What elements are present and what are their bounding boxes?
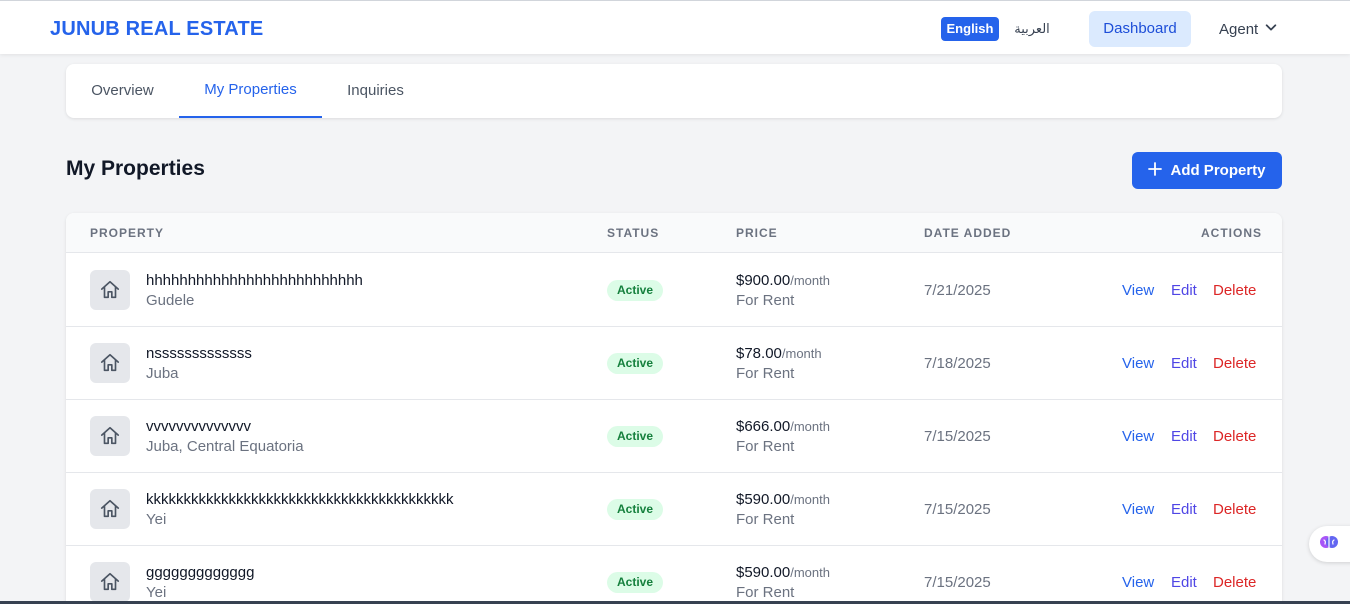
delete-link[interactable]: Delete <box>1213 355 1256 372</box>
tab-my-properties[interactable]: My Properties <box>179 64 322 118</box>
status-badge: Active <box>607 353 663 374</box>
delete-link[interactable]: Delete <box>1213 282 1256 299</box>
status-badge: Active <box>607 426 663 447</box>
price-amount: $590.00 <box>736 564 791 581</box>
price-amount: $590.00 <box>736 491 791 508</box>
agent-label: Agent <box>1219 20 1259 38</box>
property-location: Gudele <box>146 292 195 309</box>
tab-bar: Overview My Properties Inquiries <box>66 64 1282 118</box>
add-property-button[interactable]: Add Property <box>1132 152 1282 189</box>
property-name: kkkkkkkkkkkkkkkkkkkkkkkkkkkkkkkkkkkkkkkk… <box>146 491 454 508</box>
listing-type: For Rent <box>736 438 795 455</box>
add-property-label: Add Property <box>1170 162 1266 179</box>
lang-english-button[interactable]: English <box>941 17 999 41</box>
home-icon <box>90 343 130 383</box>
edit-link[interactable]: Edit <box>1171 282 1197 299</box>
home-icon <box>90 270 130 310</box>
property-name: hhhhhhhhhhhhhhhhhhhhhhhhhh <box>146 272 363 289</box>
listing-type: For Rent <box>736 511 795 528</box>
top-navbar: JUNUB REAL ESTATE English العربية Dashbo… <box>0 0 1350 54</box>
price-period: /month <box>781 346 822 361</box>
view-link[interactable]: View <box>1122 428 1154 445</box>
property-name: ggggggggggggg <box>146 564 255 581</box>
property-name: vvvvvvvvvvvvvv <box>146 418 251 435</box>
column-header-actions: ACTIONS <box>1201 226 1262 240</box>
table-row: kkkkkkkkkkkkkkkkkkkkkkkkkkkkkkkkkkkkkkkk… <box>66 473 1282 546</box>
brain-icon <box>1319 532 1339 557</box>
view-link[interactable]: View <box>1122 501 1154 518</box>
table-row: nsssssssssssss Juba Active $78.00/month … <box>66 327 1282 400</box>
price-amount: $900.00 <box>736 272 791 289</box>
table-row: hhhhhhhhhhhhhhhhhhhhhhhhhh Gudele Active… <box>66 254 1282 327</box>
tab-overview[interactable]: Overview <box>66 64 179 118</box>
edit-link[interactable]: Edit <box>1171 574 1197 591</box>
price-period: /month <box>790 273 830 288</box>
edit-link[interactable]: Edit <box>1171 501 1197 518</box>
price-amount: $666.00 <box>736 418 791 435</box>
status-badge: Active <box>607 499 663 520</box>
column-header-status: STATUS <box>607 226 660 240</box>
floating-assistant-button[interactable] <box>1309 526 1350 562</box>
tab-inquiries[interactable]: Inquiries <box>322 64 429 118</box>
column-header-price: PRICE <box>736 226 778 240</box>
dashboard-button[interactable]: Dashboard <box>1089 11 1191 47</box>
delete-link[interactable]: Delete <box>1213 428 1256 445</box>
property-price: $590.00/month <box>736 491 830 508</box>
view-link[interactable]: View <box>1122 282 1154 299</box>
delete-link[interactable]: Delete <box>1213 574 1256 591</box>
listing-type: For Rent <box>736 584 795 601</box>
price-period: /month <box>790 419 830 434</box>
listing-type: For Rent <box>736 292 795 309</box>
status-badge: Active <box>607 280 663 301</box>
property-price: $666.00/month <box>736 418 830 435</box>
view-link[interactable]: View <box>1122 355 1154 372</box>
property-price: $590.00/month <box>736 564 830 581</box>
property-location: Juba <box>146 365 179 382</box>
home-icon <box>90 489 130 529</box>
table-row: ggggggggggggg Yei Active $590.00/month F… <box>66 546 1282 604</box>
agent-menu[interactable]: Agent <box>1219 19 1278 39</box>
table-header: PROPERTY STATUS PRICE DATE ADDED ACTIONS <box>66 213 1282 253</box>
brand-logo[interactable]: JUNUB REAL ESTATE <box>50 18 263 41</box>
home-icon <box>90 416 130 456</box>
view-link[interactable]: View <box>1122 574 1154 591</box>
date-added: 7/15/2025 <box>924 428 991 445</box>
property-name: nsssssssssssss <box>146 345 252 362</box>
lang-arabic-button[interactable]: العربية <box>1012 17 1052 41</box>
price-amount: $78.00 <box>736 345 782 362</box>
chevron-down-icon <box>1264 20 1278 38</box>
date-added: 7/15/2025 <box>924 501 991 518</box>
delete-link[interactable]: Delete <box>1213 501 1256 518</box>
plus-icon <box>1148 161 1163 180</box>
price-period: /month <box>790 492 830 507</box>
property-price: $78.00/month <box>736 345 822 362</box>
property-location: Yei <box>146 584 167 601</box>
property-location: Juba, Central Equatoria <box>146 438 304 455</box>
home-icon <box>90 562 130 602</box>
column-header-date-added: DATE ADDED <box>924 226 1012 240</box>
edit-link[interactable]: Edit <box>1171 428 1197 445</box>
property-location: Yei <box>146 511 167 528</box>
property-price: $900.00/month <box>736 272 830 289</box>
listing-type: For Rent <box>736 365 795 382</box>
date-added: 7/18/2025 <box>924 355 991 372</box>
page-title: My Properties <box>66 157 205 180</box>
price-period: /month <box>790 565 830 580</box>
edit-link[interactable]: Edit <box>1171 355 1197 372</box>
date-added: 7/21/2025 <box>924 282 991 299</box>
table-row: vvvvvvvvvvvvvv Juba, Central Equatoria A… <box>66 400 1282 473</box>
date-added: 7/15/2025 <box>924 574 991 591</box>
column-header-property: PROPERTY <box>90 226 165 240</box>
properties-table: PROPERTY STATUS PRICE DATE ADDED ACTIONS… <box>66 213 1282 604</box>
status-badge: Active <box>607 572 663 593</box>
